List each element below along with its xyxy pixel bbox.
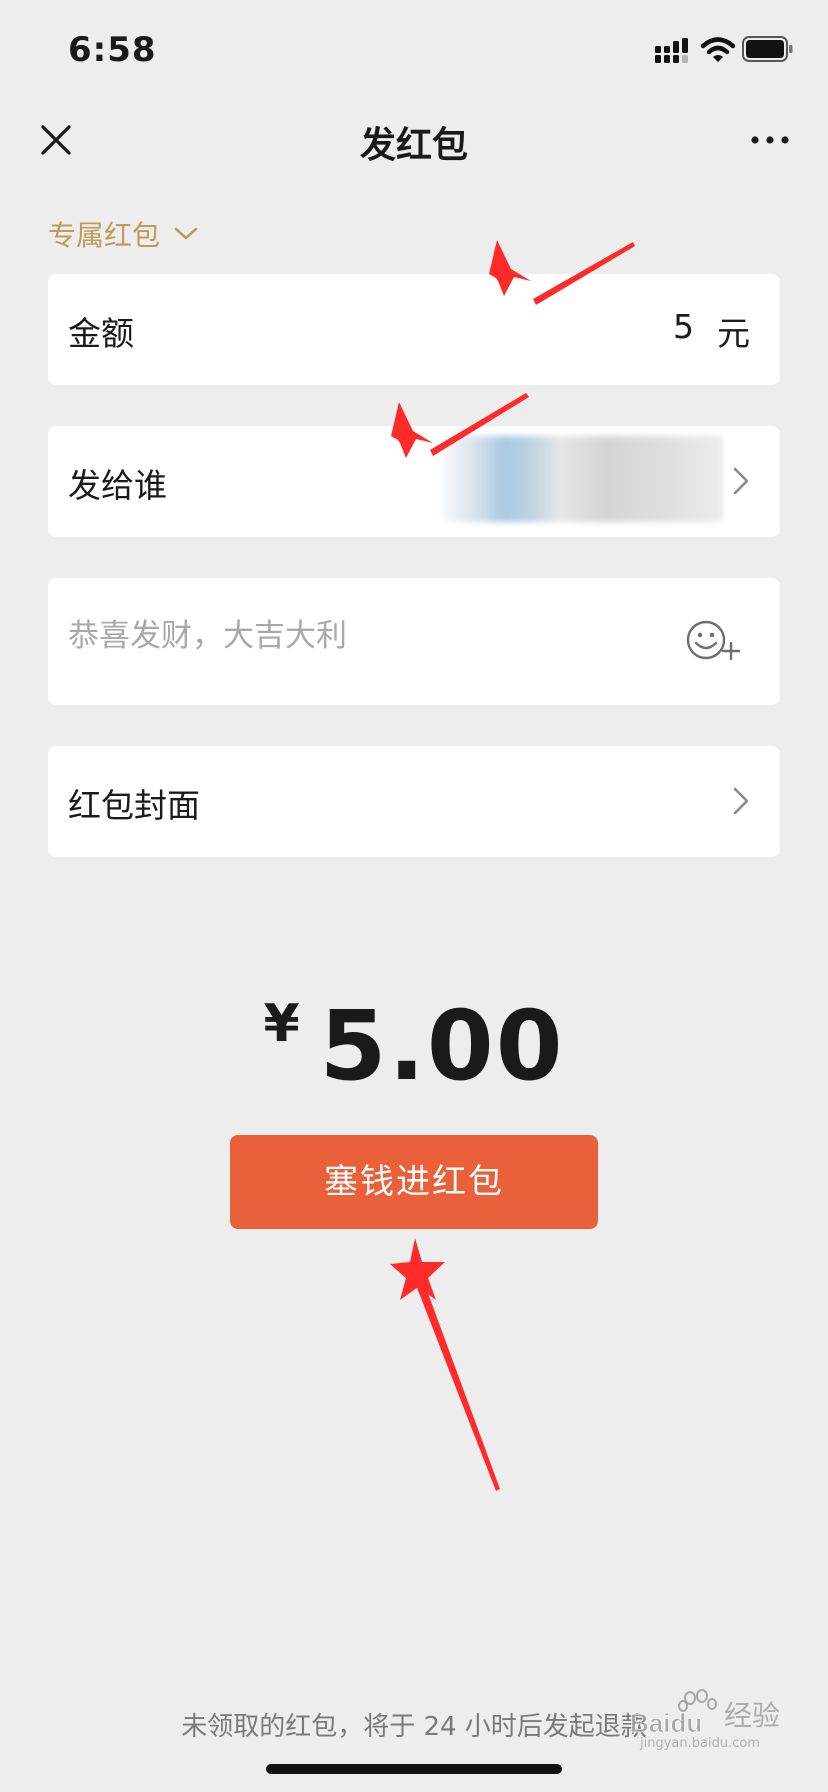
watermark-label: 经验 [724, 1699, 781, 1732]
submit-button[interactable]: 塞钱进红包 [230, 1135, 598, 1229]
emoji-add-icon[interactable] [686, 618, 740, 662]
watermark: Baidu 经验 jingyan.baidu.com [630, 1688, 800, 1754]
status-time: 6:58 [68, 30, 157, 70]
cellular-signal-icon [655, 38, 688, 63]
amount-row: 金额 元 [48, 274, 780, 385]
amount-unit: 元 [717, 314, 750, 353]
recipient-avatar-blurred [443, 436, 723, 522]
recipient-label: 发给谁 [68, 466, 167, 505]
cover-label: 红包封面 [68, 786, 200, 825]
currency-symbol: ¥ [263, 994, 300, 1054]
wifi-icon [700, 37, 736, 62]
amount-input[interactable] [534, 307, 694, 346]
recipient-row[interactable]: 发给谁 [48, 426, 780, 537]
total-value: 5.00 [319, 990, 565, 1102]
watermark-sub: jingyan.baidu.com [640, 1736, 760, 1751]
page-title: 发红包 [359, 125, 468, 166]
annotation-arrow-submit [390, 1238, 500, 1491]
greeting-input[interactable] [68, 618, 628, 654]
chevron-right-icon [733, 787, 749, 815]
status-bar: 6:58 [0, 0, 828, 100]
chevron-down-icon [174, 227, 198, 240]
cover-row[interactable]: 红包封面 [48, 746, 780, 857]
packet-type-label: 专属红包 [48, 219, 161, 252]
svg-text:Baidu: Baidu [630, 1708, 702, 1738]
annotation-layer [390, 240, 635, 1491]
greeting-row [48, 578, 780, 705]
packet-type-selector[interactable]: 专属红包 [48, 214, 198, 254]
more-icon[interactable] [750, 130, 790, 150]
home-indicator [266, 1764, 562, 1774]
total-amount: ¥5.00 [0, 990, 828, 1102]
amount-label: 金额 [68, 314, 134, 353]
chevron-right-icon [733, 467, 749, 495]
baidu-logo-icon: Baidu [630, 1689, 717, 1738]
battery-icon [742, 36, 793, 62]
nav-bar: 发红包 [0, 100, 828, 180]
